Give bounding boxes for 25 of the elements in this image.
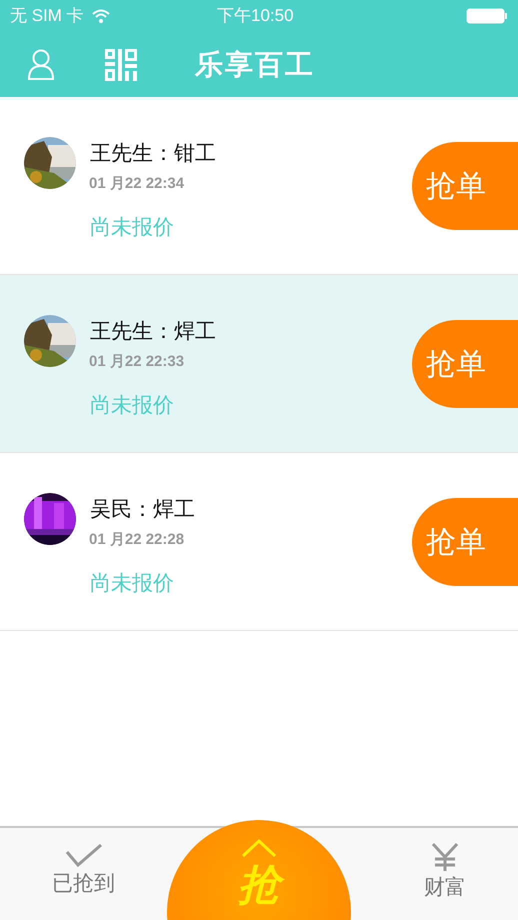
qr-code-icon[interactable] <box>105 48 137 80</box>
order-title: 王先生：钳工 <box>90 141 216 167</box>
quote-status: 尚未报价 <box>90 215 175 241</box>
yen-icon <box>430 842 460 872</box>
battery-icon <box>466 8 508 24</box>
person-icon[interactable] <box>27 48 55 80</box>
grabbed-tab[interactable]: 已抢到 <box>52 828 115 920</box>
order-title: 吴民：焊工 <box>90 497 195 523</box>
order-row[interactable]: 王先生：焊工 01 月22 22:33 尚未报价 抢单 <box>0 275 518 453</box>
carrier-text: 无 SIM 卡 <box>10 5 84 28</box>
clock-text: 下午10:50 <box>217 5 294 28</box>
up-chevron-icon <box>241 838 277 858</box>
quote-status: 尚未报价 <box>90 571 175 597</box>
grab-order-button[interactable]: 抢单 <box>412 320 518 408</box>
order-title: 王先生：焊工 <box>90 319 216 345</box>
app-title: 乐享百工 <box>195 48 315 82</box>
order-time: 01 月22 22:28 <box>89 530 186 550</box>
grab-order-button[interactable]: 抢单 <box>412 142 518 230</box>
grab-order-button[interactable]: 抢单 <box>412 498 518 586</box>
order-time: 01 月22 22:34 <box>89 174 186 194</box>
wealth-tab[interactable]: 财富 <box>424 828 466 920</box>
wifi-icon <box>92 9 110 23</box>
quote-status: 尚未报价 <box>90 393 175 419</box>
order-time: 01 月22 22:33 <box>89 352 186 372</box>
check-icon <box>64 842 102 868</box>
